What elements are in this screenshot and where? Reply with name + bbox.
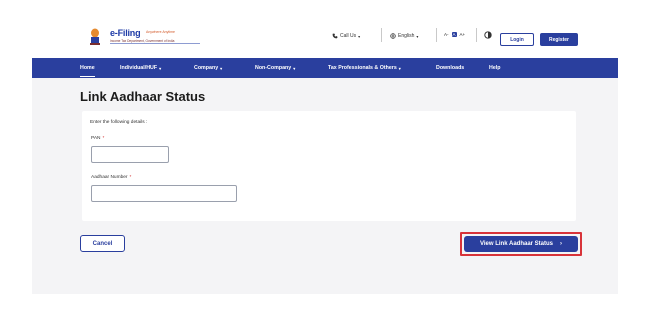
nav-item-label: Company [194,65,219,71]
nav-item-label: Individual/HUF [120,65,158,71]
nav-item-company[interactable]: Company ▾ [194,58,222,78]
chevron-down-icon: ▾ [358,33,361,39]
nav-item-label: Non-Company [255,65,292,71]
chevron-down-icon: ▾ [293,65,296,71]
pan-input[interactable] [91,146,169,163]
logo-underline [110,43,200,44]
nav-item-downloads[interactable]: Downloads [436,58,464,78]
aadhaar-label: Aadhaar Number * [91,175,131,180]
pan-label: PAN * [91,136,104,141]
logo-title: e-Filing [110,28,141,38]
nav-item-label: Tax Professionals & Others [328,65,397,71]
chevron-down-icon: ▾ [220,65,223,71]
active-indicator [80,76,95,77]
nav-item-non-company[interactable]: Non-Company ▾ [255,58,295,78]
nav-item-help[interactable]: Help [489,58,500,78]
view-link-aadhaar-status-button[interactable]: View Link Aadhaar Status › [464,236,578,252]
nav-item-label: Home [80,65,95,71]
divider [476,28,477,42]
font-increase-button[interactable]: A+ [460,32,466,37]
required-marker: * [102,136,105,141]
font-normal-button[interactable]: A [451,32,457,37]
top-header: e-Filing Anywhere Anytime Income Tax Dep… [32,14,618,58]
language-label: English [398,33,415,39]
nav-item-label: Downloads [436,65,465,71]
form-instructions: Enter the following details : [90,120,148,125]
divider [436,28,437,42]
nav-item-tax-professionals[interactable]: Tax Professionals & Others ▾ [328,58,401,78]
nav-item-label: Help [489,65,501,71]
font-size-controls: A- A A+ [444,32,465,37]
login-button[interactable]: Login [500,33,534,46]
contrast-icon[interactable] [484,31,492,39]
button-label: View Link Aadhaar Status [479,241,554,247]
nav-item-home[interactable]: Home [80,58,95,78]
aadhaar-input[interactable] [91,185,237,202]
chevron-down-icon: ▾ [159,65,162,71]
aadhaar-label-text: Aadhaar Number [91,175,128,180]
details-form-card: Enter the following details : PAN * Aadha… [82,111,576,221]
chevron-right-icon: › [560,241,563,247]
chevron-down-icon: ▾ [398,65,401,71]
nav-item-individual-huf[interactable]: Individual/HUF ▾ [120,58,161,78]
national-emblem-icon [90,28,100,45]
chevron-down-icon: ▾ [416,33,419,39]
call-us-link[interactable]: Call Us ▾ [332,33,360,39]
language-selector[interactable]: English ▾ [390,33,418,39]
required-marker: * [129,175,132,180]
globe-icon [390,33,396,39]
page-title: Link Aadhaar Status [80,89,206,104]
font-decrease-button[interactable]: A- [444,32,449,37]
call-us-label: Call Us [340,33,357,39]
main-navigation: Home Individual/HUF ▾ Company ▾ Non-Comp… [32,58,618,78]
register-button[interactable]: Register [540,33,578,46]
divider [381,28,382,42]
pan-label-text: PAN [91,136,101,141]
logo-tagline: Anywhere Anytime [146,30,175,34]
efiling-logo[interactable]: e-Filing Anywhere Anytime Income Tax Dep… [88,28,200,48]
phone-icon [332,33,338,39]
cancel-button[interactable]: Cancel [80,235,125,252]
page-background: e-Filing Anywhere Anytime Income Tax Dep… [32,14,618,294]
